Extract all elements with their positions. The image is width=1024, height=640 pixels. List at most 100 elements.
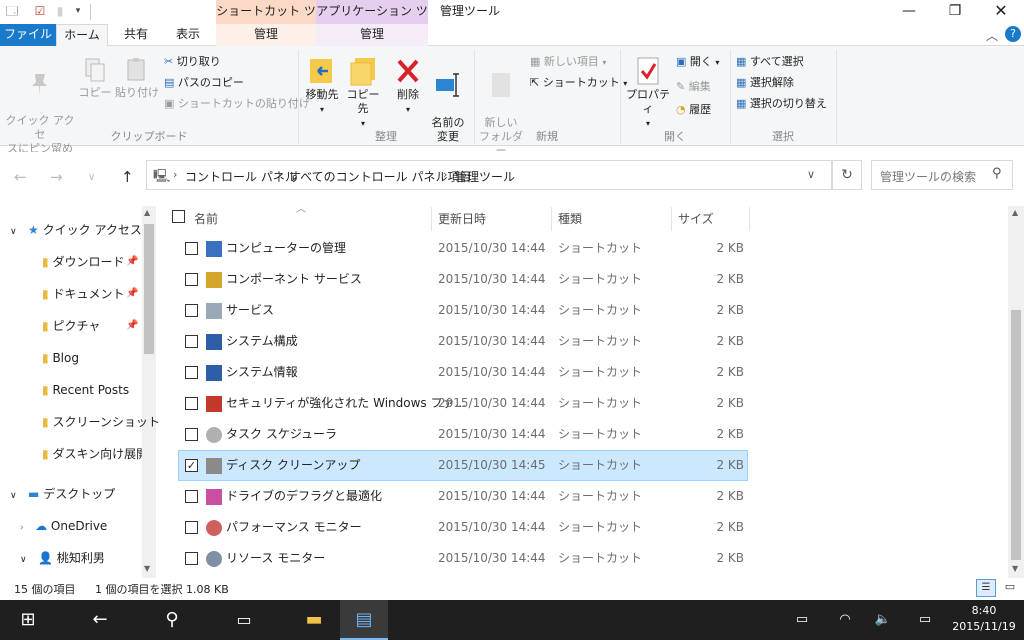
- sidebar-item-desktop[interactable]: ∨ ▬ デスクトップ: [10, 478, 115, 510]
- wifi-icon[interactable]: ◠: [832, 600, 858, 640]
- sidebar-item-blog[interactable]: ▮ Blog: [42, 342, 79, 374]
- start-windows-icon[interactable]: ⊞: [0, 600, 56, 640]
- invert-selection-button[interactable]: ▦ 選択の切り替え: [736, 95, 827, 113]
- row-checkbox[interactable]: [185, 428, 198, 441]
- scroll-down-icon[interactable]: ▼: [1012, 564, 1018, 573]
- close-icon[interactable]: ✕: [978, 0, 1024, 24]
- sidebar-item-user[interactable]: ∨ 👤 桃知利男: [20, 542, 105, 574]
- column-divider[interactable]: [749, 207, 750, 231]
- task-view-icon[interactable]: ▭: [216, 600, 272, 640]
- select-none-button[interactable]: ▦ 選択解除: [736, 74, 794, 92]
- table-row[interactable]: サービス 2015/10/30 14:44 ショートカット 2 KB: [178, 295, 748, 326]
- paste-button[interactable]: 貼り付け: [114, 56, 160, 100]
- minimize-icon[interactable]: —: [886, 0, 932, 24]
- column-header-modified[interactable]: 更新日時: [438, 207, 550, 231]
- large-icons-view-icon[interactable]: ▭: [1000, 579, 1020, 597]
- scroll-down-icon[interactable]: ▼: [144, 564, 150, 573]
- row-checkbox[interactable]: [185, 335, 198, 348]
- table-row[interactable]: コンピューターの管理 2015/10/30 14:44 ショートカット 2 KB: [178, 233, 748, 264]
- select-all-button[interactable]: ▦ すべて選択: [736, 53, 804, 71]
- paste-shortcut-button[interactable]: ▣ ショートカットの貼り付け: [164, 95, 310, 113]
- search-input[interactable]: 管理ツールの検索 ⚲: [871, 160, 1013, 190]
- pin-icon[interactable]: 📌: [126, 320, 138, 331]
- tab-manage-shortcut[interactable]: 管理: [216, 24, 316, 46]
- copy-path-button[interactable]: ▤ パスのコピー: [164, 74, 244, 92]
- sidebar-item-recent-posts[interactable]: ▮ Recent Posts: [42, 374, 129, 406]
- file-list-scroll-thumb[interactable]: [1011, 310, 1021, 560]
- cut-button[interactable]: ✂ 切り取り: [164, 53, 221, 71]
- table-row[interactable]: セキュリティが強化された Windows ファ... 2015/10/30 14…: [178, 388, 748, 419]
- move-to-button[interactable]: 移動先 ▾: [302, 56, 342, 117]
- file-list-scrollbar[interactable]: ▲ ▼: [1008, 206, 1024, 578]
- forward-arrow-icon[interactable]: →: [50, 168, 63, 186]
- tab-home[interactable]: ホーム: [56, 24, 108, 47]
- scroll-up-icon[interactable]: ▲: [1012, 208, 1018, 217]
- search-icon[interactable]: ⚲: [992, 166, 1002, 181]
- up-arrow-icon[interactable]: ↑: [121, 168, 134, 186]
- column-divider[interactable]: [431, 207, 432, 231]
- table-row-selected[interactable]: ✓ ディスク クリーンアップ 2015/10/30 14:45 ショートカット …: [178, 450, 748, 481]
- table-row[interactable]: ドライブのデフラグと最適化 2015/10/30 14:44 ショートカット 2…: [178, 481, 748, 512]
- sidebar-item-quick-access[interactable]: ∨ ★ クイック アクセス: [10, 214, 142, 246]
- details-view-icon[interactable]: ☰: [976, 579, 996, 597]
- open-button[interactable]: ▣ 開く ▾: [676, 53, 719, 72]
- pin-icon[interactable]: 📌: [126, 256, 138, 267]
- tab-view[interactable]: 表示: [164, 24, 212, 46]
- row-checkbox[interactable]: [185, 304, 198, 317]
- help-icon[interactable]: ?: [1005, 26, 1021, 42]
- row-checkbox[interactable]: [185, 366, 198, 379]
- sidebar-item-pictures[interactable]: ▮ ピクチャ: [42, 310, 100, 342]
- collapse-ribbon-icon[interactable]: ︿: [986, 27, 998, 44]
- row-checkbox[interactable]: [185, 273, 198, 286]
- battery-icon[interactable]: ▭: [790, 600, 814, 640]
- back-arrow-icon[interactable]: ←: [72, 600, 128, 640]
- properties-qa-icon[interactable]: ☑: [32, 3, 48, 19]
- column-header-type[interactable]: 種類: [558, 207, 670, 231]
- row-checkbox[interactable]: [185, 242, 198, 255]
- volume-icon[interactable]: 🔈: [870, 600, 896, 640]
- tab-file[interactable]: ファイル: [0, 24, 56, 46]
- column-header-name[interactable]: 名前: [194, 207, 430, 231]
- column-divider[interactable]: [551, 207, 552, 231]
- address-history-chevron-icon[interactable]: ∨: [807, 168, 815, 181]
- row-checkbox-checked[interactable]: ✓: [185, 459, 198, 472]
- address-bar[interactable]: 🖳 › コントロール パネル › すべてのコントロール パネル項目 › 管理ツー…: [146, 160, 832, 190]
- breadcrumb-admin-tools[interactable]: 管理ツール: [455, 168, 515, 185]
- tab-share[interactable]: 共有: [112, 24, 160, 46]
- select-all-checkbox[interactable]: [172, 210, 185, 223]
- table-row[interactable]: タスク スケジューラ 2015/10/30 14:44 ショートカット 2 KB: [178, 419, 748, 450]
- file-explorer-icon[interactable]: ▬: [288, 600, 340, 640]
- column-divider[interactable]: [671, 207, 672, 231]
- admin-tools-window-icon[interactable]: ▤: [340, 600, 388, 640]
- scroll-up-icon[interactable]: ▲: [144, 208, 150, 217]
- sidebar-item-screenshots[interactable]: ▮ スクリーンショット: [42, 406, 160, 438]
- table-row[interactable]: システム構成 2015/10/30 14:44 ショートカット 2 KB: [178, 326, 748, 357]
- recent-locations-chevron-icon[interactable]: ∨: [88, 172, 95, 183]
- action-center-icon[interactable]: ▭: [912, 600, 938, 640]
- column-header-size[interactable]: サイズ: [678, 207, 748, 231]
- customize-qa-chevron-icon[interactable]: ▾: [70, 3, 86, 19]
- new-folder-qa-icon[interactable]: ▮: [52, 3, 68, 19]
- sidebar-item-onedrive[interactable]: › ☁ OneDrive: [20, 510, 107, 542]
- delete-button[interactable]: 削除 ▾: [390, 56, 426, 117]
- copy-to-button[interactable]: コピー先 ▾: [342, 56, 384, 131]
- system-menu-icon[interactable]: 🗔: [4, 3, 20, 19]
- nav-pane-scroll-thumb[interactable]: [144, 224, 154, 354]
- sidebar-item-documents[interactable]: ▮ ドキュメント: [42, 278, 124, 310]
- taskbar-clock[interactable]: 8:40 2015/11/19: [946, 603, 1022, 635]
- table-row[interactable]: リソース モニター 2015/10/30 14:44 ショートカット 2 KB: [178, 543, 748, 574]
- sidebar-item-duskin[interactable]: ▮ ダスキン向け展開: [42, 438, 142, 470]
- new-item-button[interactable]: ▦ 新しい項目 ▾: [530, 53, 606, 72]
- search-icon[interactable]: ⚲: [144, 600, 200, 640]
- history-button[interactable]: ◔ 履歴: [676, 101, 711, 119]
- properties-button[interactable]: プロパティ ▾: [624, 56, 672, 131]
- sidebar-item-downloads[interactable]: ▮ ダウンロード: [42, 246, 124, 278]
- easy-access-button[interactable]: ⇱ ショートカット ▾: [530, 74, 627, 93]
- row-checkbox[interactable]: [185, 552, 198, 565]
- nav-pane-scrollbar[interactable]: ▲ ▼: [142, 206, 156, 578]
- back-arrow-icon[interactable]: ←: [14, 168, 27, 186]
- table-row[interactable]: システム情報 2015/10/30 14:44 ショートカット 2 KB: [178, 357, 748, 388]
- tab-manage-application[interactable]: 管理: [316, 24, 428, 46]
- table-row[interactable]: パフォーマンス モニター 2015/10/30 14:44 ショートカット 2 …: [178, 512, 748, 543]
- row-checkbox[interactable]: [185, 397, 198, 410]
